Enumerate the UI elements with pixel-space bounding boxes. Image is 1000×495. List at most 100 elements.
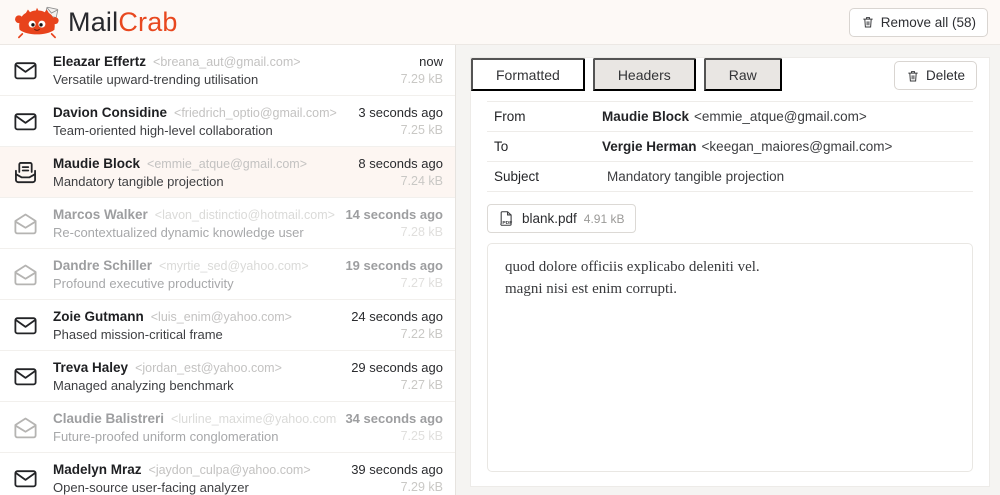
email-list-item[interactable]: Zoie Gutmann <luis_enim@yahoo.com> Phased…: [0, 300, 455, 351]
sender-name: Claudie Balistreri: [53, 411, 164, 426]
envelope-open-icon: [12, 210, 39, 237]
meta-label: To: [494, 139, 602, 154]
email-time: 14 seconds ago: [345, 207, 443, 222]
meta-value-address: <keegan_maiores@gmail.com>: [702, 139, 893, 154]
email-time: 3 seconds ago: [358, 105, 443, 120]
sender-name: Dandre Schiller: [53, 258, 152, 273]
email-list: Eleazar Effertz <breana_aut@gmail.com> Ve…: [0, 45, 456, 495]
trash-icon: [861, 15, 875, 29]
meta-row: From Maudie Block <emmie_atque@gmail.com>: [487, 102, 973, 132]
sender-name: Maudie Block: [53, 156, 140, 171]
email-subject: Versatile upward-trending utilisation: [53, 72, 393, 87]
envelope-open-icon: [12, 414, 39, 441]
message-meta: From Maudie Block <emmie_atque@gmail.com>…: [487, 101, 973, 192]
meta-value-name: Vergie Herman: [602, 139, 697, 154]
email-size: 7.25 kB: [345, 429, 443, 443]
meta-label: Subject: [494, 169, 602, 184]
email-list-item[interactable]: Madelyn Mraz <jaydon_culpa@yahoo.com> Ope…: [0, 453, 455, 495]
email-body: quod dolore officiis explicabo deleniti …: [487, 243, 973, 472]
email-size: 7.22 kB: [351, 327, 443, 341]
sender-name: Marcos Walker: [53, 207, 148, 222]
sender-address: <jordan_est@yahoo.com>: [135, 361, 282, 375]
sender-address: <emmie_atque@gmail.com>: [147, 157, 307, 171]
meta-row: To Vergie Herman <keegan_maiores@gmail.co…: [487, 132, 973, 162]
envelope-closed-icon: [12, 312, 39, 339]
email-detail-card: Formatted Headers Raw Delete From Maudie…: [470, 57, 990, 487]
body-line: quod dolore officiis explicabo deleniti …: [505, 257, 955, 279]
sender-address: <friedrich_optio@gmail.com>: [174, 106, 337, 120]
detail-tabbar: Formatted Headers Raw Delete: [471, 58, 989, 91]
delete-button[interactable]: Delete: [894, 61, 977, 90]
title-mail: Mail: [68, 7, 118, 37]
email-subject: Profound executive productivity: [53, 276, 337, 291]
title-crab: Crab: [118, 7, 177, 37]
sender-address: <luis_enim@yahoo.com>: [151, 310, 292, 324]
attachment-size: 4.91 kB: [584, 212, 625, 226]
pdf-file-icon: PDF: [498, 210, 515, 227]
app-header: MailCrab Remove all (58): [0, 0, 1000, 45]
trash-icon: [906, 69, 920, 83]
email-size: 7.29 kB: [401, 72, 443, 86]
meta-value-address: Mandatory tangible projection: [607, 169, 784, 184]
meta-label: From: [494, 109, 602, 124]
email-size: 7.28 kB: [345, 225, 443, 239]
email-subject: Open-source user-facing analyzer: [53, 480, 343, 495]
email-list-item[interactable]: Eleazar Effertz <breana_aut@gmail.com> Ve…: [0, 45, 455, 96]
sender-name: Davion Considine: [53, 105, 167, 120]
email-size: 7.25 kB: [358, 123, 443, 137]
email-list-item[interactable]: Dandre Schiller <myrtie_sed@yahoo.com> Pr…: [0, 249, 455, 300]
email-subject: Re-contextualized dynamic knowledge user: [53, 225, 337, 240]
meta-value-name: Maudie Block: [602, 109, 689, 124]
email-time: 29 seconds ago: [351, 360, 443, 375]
email-list-item[interactable]: Maudie Block <emmie_atque@gmail.com> Mand…: [0, 147, 455, 198]
tab-formatted[interactable]: Formatted: [471, 58, 585, 91]
main-layout: Eleazar Effertz <breana_aut@gmail.com> Ve…: [0, 45, 1000, 495]
crab-logo: [14, 6, 60, 40]
sender-address: <jaydon_culpa@yahoo.com>: [149, 463, 311, 477]
envelope-closed-icon: [12, 108, 39, 135]
email-size: 7.27 kB: [345, 276, 443, 290]
email-subject: Future-proofed uniform conglomeration: [53, 429, 337, 444]
attachment-chip[interactable]: PDF blank.pdf 4.91 kB: [487, 204, 636, 233]
body-line: magni nisi est enim corrupti.: [505, 279, 955, 301]
envelope-closed-icon: [12, 363, 39, 390]
email-list-item[interactable]: Davion Considine <friedrich_optio@gmail.c…: [0, 96, 455, 147]
email-subject: Phased mission-critical frame: [53, 327, 343, 342]
sender-address: <myrtie_sed@yahoo.com>: [159, 259, 309, 273]
sender-address: <breana_aut@gmail.com>: [153, 55, 301, 69]
email-list-item[interactable]: Marcos Walker <lavon_distinctio@hotmail.c…: [0, 198, 455, 249]
email-subject: Team-oriented high-level collaboration: [53, 123, 350, 138]
sender-name: Madelyn Mraz: [53, 462, 142, 477]
email-time: now: [401, 54, 443, 69]
sender-address: <lavon_distinctio@hotmail.com>: [155, 208, 335, 222]
envelope-closed-icon: [12, 465, 39, 492]
email-time: 19 seconds ago: [345, 258, 443, 273]
email-subject: Mandatory tangible projection: [53, 174, 350, 189]
email-subject: Managed analyzing benchmark: [53, 378, 343, 393]
envelope-closed-icon: [12, 57, 39, 84]
sender-name: Zoie Gutmann: [53, 309, 144, 324]
tab-headers[interactable]: Headers: [593, 58, 696, 91]
meta-value-address: <emmie_atque@gmail.com>: [694, 109, 867, 124]
email-detail-area: Formatted Headers Raw Delete From Maudie…: [456, 45, 1000, 495]
tab-raw[interactable]: Raw: [704, 58, 782, 91]
sender-name: Treva Haley: [53, 360, 128, 375]
email-time: 24 seconds ago: [351, 309, 443, 324]
sender-name: Eleazar Effertz: [53, 54, 146, 69]
email-list-item[interactable]: Treva Haley <jordan_est@yahoo.com> Manage…: [0, 351, 455, 402]
email-time: 8 seconds ago: [358, 156, 443, 171]
email-size: 7.29 kB: [351, 480, 443, 494]
email-time: 39 seconds ago: [351, 462, 443, 477]
envelope-open-icon: [12, 261, 39, 288]
delete-button-label: Delete: [926, 68, 965, 83]
remove-all-button[interactable]: Remove all (58): [849, 8, 988, 37]
svg-text:PDF: PDF: [502, 220, 512, 226]
remove-all-label: Remove all (58): [881, 15, 976, 30]
email-list-item[interactable]: Claudie Balistreri <lurline_maxime@yahoo.…: [0, 402, 455, 453]
email-size: 7.24 kB: [358, 174, 443, 188]
sender-address: <lurline_maxime@yahoo.com>: [171, 412, 337, 426]
attachment-filename: blank.pdf: [522, 211, 577, 226]
page-title: MailCrab: [68, 7, 178, 38]
envelope-open-text-icon: [12, 159, 39, 186]
meta-row: Subject Mandatory tangible projection: [487, 162, 973, 192]
